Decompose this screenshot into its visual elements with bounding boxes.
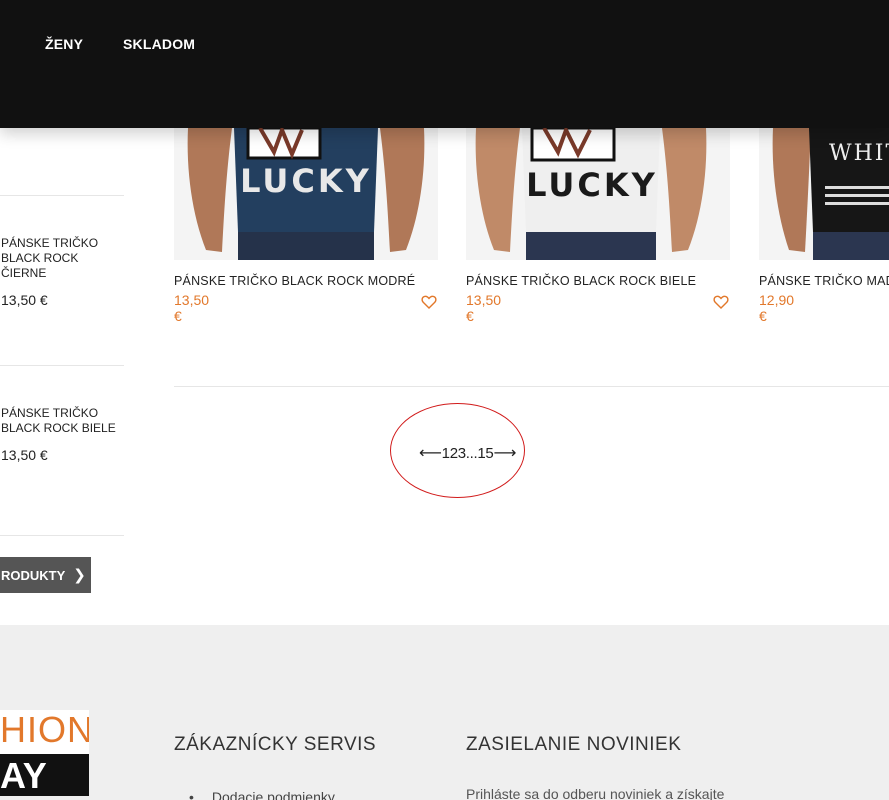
- customer-service-heading: ZÁKAZNÍCKY SERVIS: [174, 734, 377, 755]
- pagination-page-1[interactable]: 1: [442, 445, 450, 462]
- pagination-page-last[interactable]: 15: [477, 445, 493, 462]
- nav-item-partial[interactable]: I: [0, 36, 1, 52]
- sidebar-product-price: 13,50 €: [1, 292, 48, 308]
- sidebar-product-name[interactable]: PÁNSKE TRIČKO BLACK ROCK BIELE: [1, 406, 119, 436]
- content-divider: [174, 386, 889, 387]
- pagination-next-arrow-icon[interactable]: ⟶: [493, 443, 516, 463]
- print-text: LUCKY: [240, 162, 372, 200]
- print-text: LUCKY: [526, 166, 658, 204]
- product-price: 13,50 €: [174, 292, 210, 324]
- sidebar-product-name[interactable]: PÁNSKE TRIČKO BLACK ROCK ČIERNE: [1, 236, 119, 281]
- footer: HION AY ZÁKAZNÍCKY SERVIS ZASIELANIE NOV…: [0, 625, 889, 800]
- footer-link-delivery[interactable]: Dodacie podmienky: [189, 789, 335, 800]
- all-products-label: RODUKTY: [1, 567, 66, 583]
- all-products-button[interactable]: RODUKTY ❯: [0, 557, 91, 593]
- nav-item-zeny[interactable]: ŽENY: [45, 36, 83, 52]
- product-price: 12,90 €: [759, 292, 795, 324]
- print-text: WHITE: [829, 141, 889, 166]
- product-name[interactable]: PÁNSKE TRIČKO BLACK ROCK MODRÉ: [174, 274, 415, 288]
- heart-outline-icon[interactable]: [421, 294, 437, 310]
- newsletter-text: Prihláste sa do odberu noviniek a získaj…: [466, 786, 725, 800]
- pagination-prev-arrow-icon[interactable]: ⟵: [419, 443, 442, 463]
- pagination: ⟵ 1 2 3 ... 15 ⟶: [419, 443, 516, 463]
- logo-text-top: HION: [0, 710, 89, 750]
- header: I ŽENY SKLADOM: [0, 0, 889, 128]
- site-logo[interactable]: HION AY: [0, 710, 89, 796]
- product-price: 13,50 €: [466, 292, 502, 324]
- pagination-page-2[interactable]: 2: [450, 445, 458, 462]
- chevron-right-icon: ❯: [73, 567, 86, 584]
- sidebar-product-price: 13,50 €: [1, 447, 48, 463]
- newsletter-heading: ZASIELANIE NOVINIEK: [466, 734, 682, 755]
- pagination-page-3[interactable]: 3: [458, 445, 466, 462]
- heart-outline-icon[interactable]: [713, 294, 729, 310]
- pagination-ellipsis: ...: [465, 444, 478, 462]
- nav-item-skladom[interactable]: SKLADOM: [123, 36, 195, 52]
- sidebar-divider: [0, 535, 124, 536]
- sidebar-divider: [0, 195, 124, 196]
- product-name[interactable]: PÁNSKE TRIČKO BLACK ROCK BIELE: [466, 274, 696, 288]
- sidebar-divider: [0, 365, 124, 366]
- logo-text-bottom: AY: [0, 754, 89, 796]
- product-name[interactable]: PÁNSKE TRIČKO MAD: [759, 274, 889, 288]
